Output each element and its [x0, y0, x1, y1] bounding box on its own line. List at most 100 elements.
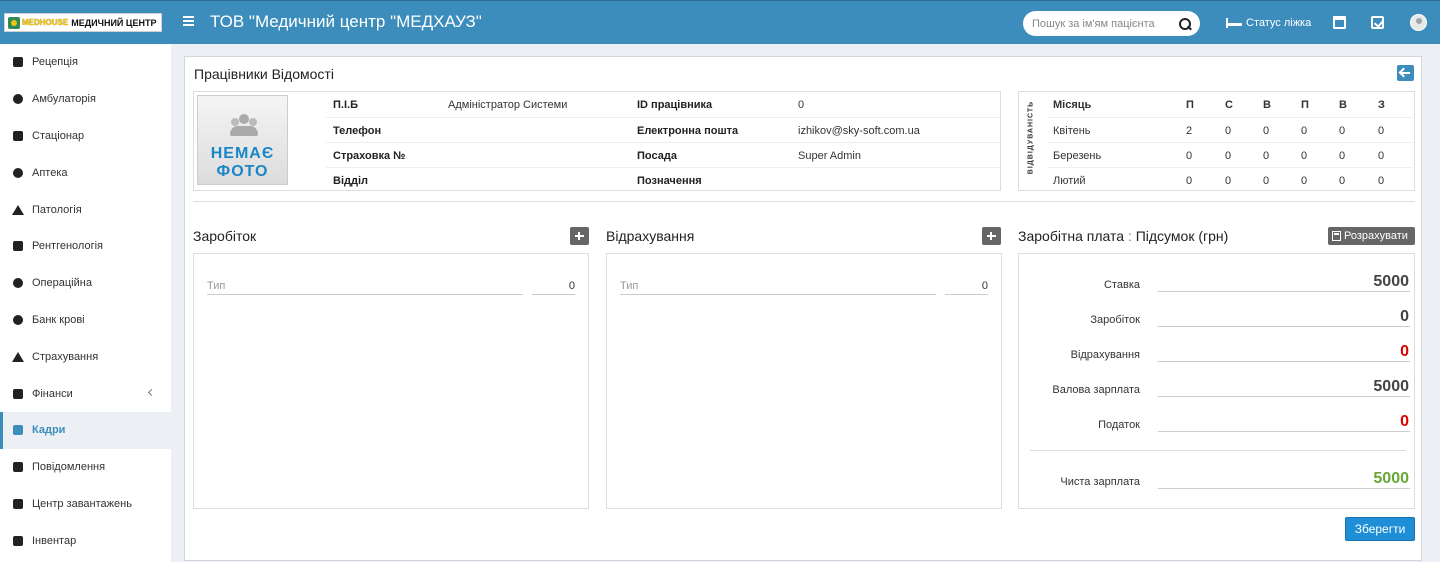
mortar-icon — [12, 167, 24, 179]
attendance-cell: 2 — [1186, 125, 1193, 137]
sidebar-item-inpatient[interactable]: Стаціонар — [0, 118, 171, 155]
info-row-department: Відділ Позначення — [326, 167, 1000, 192]
sidebar-item-label: Рентгенологія — [32, 240, 103, 253]
summary-label: Чиста зарплата — [1060, 476, 1140, 488]
no-photo-line1: НЕМАЄ — [210, 145, 275, 162]
sidebar-item-label: Фінанси — [32, 387, 73, 400]
sidebar-item-label: Страхування — [32, 350, 99, 363]
checklist-icon[interactable] — [1371, 16, 1384, 29]
summary-label: Ставка — [1104, 279, 1140, 291]
summary-value: 0 — [1400, 343, 1409, 360]
name-value: Адміністратор Системи — [448, 99, 568, 111]
logo-emblem-icon — [8, 16, 20, 29]
attendance-col-header: З — [1378, 99, 1385, 111]
summary-row-rate: Ставка 5000 — [1020, 273, 1412, 293]
attendance-cell: 0 — [1263, 175, 1270, 187]
attendance-col-header: П — [1186, 99, 1194, 111]
summary-value: 5000 — [1373, 378, 1409, 395]
sidebar-item-outpatient[interactable]: Амбулаторія — [0, 81, 171, 118]
sidebar-item-hr[interactable]: Кадри — [0, 411, 171, 449]
summary-value: 0 — [1400, 413, 1409, 430]
patient-search-box[interactable] — [1023, 11, 1200, 36]
top-navbar: MEDHOUSE МЕДИЧНИЙ ЦЕНТР ТОВ "Медичний це… — [0, 0, 1440, 44]
flask-icon — [12, 204, 24, 216]
users-icon — [228, 114, 260, 138]
attendance-month: Лютий — [1053, 175, 1086, 187]
attendance-label-text: ВІДВІДУВАНІСТЬ — [1027, 100, 1035, 175]
salary-summary-title: Заробітна плата : Підсумок (грн) — [1018, 228, 1228, 244]
employee-photo-placeholder: НЕМАЄ ФОТО — [197, 95, 288, 185]
earning-amount-field[interactable]: 0 — [532, 280, 575, 295]
sidebar-nav: Рецепція Амбулаторія Стаціонар Аптека Па… — [0, 44, 171, 562]
page-title: Працівники Відомості — [194, 66, 334, 82]
summary-underline — [1158, 396, 1410, 397]
patient-search-input[interactable] — [1032, 17, 1179, 30]
summary-row-deductions: Відрахування 0 — [1020, 343, 1412, 363]
summary-row-gross: Валова зарплата 5000 — [1020, 378, 1412, 398]
earning-type-field[interactable]: Тип — [207, 280, 523, 295]
sidebar-item-insurance[interactable]: Страхування — [0, 338, 171, 375]
sidebar-item-pharmacy[interactable]: Аптека — [0, 154, 171, 191]
reception-icon — [12, 56, 24, 68]
menu-toggle-icon[interactable] — [183, 16, 194, 26]
summary-label: Відрахування — [1070, 349, 1140, 361]
summary-divider — [1030, 450, 1406, 451]
sidebar-item-reception[interactable]: Рецепція — [0, 44, 171, 81]
attendance-cell: 0 — [1225, 125, 1232, 137]
attendance-row: Лютий 0 0 0 0 0 0 — [1047, 167, 1413, 192]
summary-underline — [1158, 291, 1410, 292]
attendance-cell: 0 — [1339, 175, 1346, 187]
logo-brand-text: MEDHOUSE — [22, 18, 69, 27]
sidebar-item-downloads[interactable]: Центр завантажень — [0, 486, 171, 523]
sidebar-item-inventory[interactable]: Інвентар — [0, 522, 171, 559]
search-icon[interactable] — [1179, 17, 1191, 30]
summary-underline — [1158, 326, 1410, 327]
deduction-type-field[interactable]: Тип — [620, 280, 936, 295]
add-deduction-button[interactable] — [982, 227, 1001, 245]
department-label: Відділ — [333, 175, 369, 187]
sidebar-item-blood-bank[interactable]: Банк крові — [0, 302, 171, 339]
back-arrow-icon[interactable] — [1397, 65, 1414, 81]
attendance-col-header: В — [1339, 99, 1347, 111]
sidebar-item-finance[interactable]: Фінанси — [0, 375, 171, 412]
sidebar-item-radiology[interactable]: Рентгенологія — [0, 228, 171, 265]
sidebar-item-operating[interactable]: Операційна — [0, 265, 171, 302]
calculator-icon — [1332, 231, 1341, 241]
sidebar-item-label: Аптека — [32, 166, 68, 179]
info-row-name: П.І.Б Адміністратор Системи ID працівник… — [326, 92, 1000, 117]
app-logo[interactable]: MEDHOUSE МЕДИЧНИЙ ЦЕНТР — [4, 13, 162, 32]
attendance-cell: 0 — [1186, 150, 1193, 162]
attendance-col-header: В — [1263, 99, 1271, 111]
bed-icon — [1226, 18, 1242, 28]
sidebar-item-label: Банк крові — [32, 313, 85, 326]
earnings-title: Заробіток — [193, 228, 257, 244]
designation-label: Позначення — [637, 175, 702, 187]
attendance-row: Березень 0 0 0 0 0 0 — [1047, 142, 1413, 167]
phone-label: Телефон — [333, 125, 382, 137]
summary-label: Валова зарплата — [1052, 384, 1140, 396]
chevron-left-icon[interactable] — [147, 389, 156, 397]
sidebar-item-label: Операційна — [32, 277, 92, 290]
save-button[interactable]: Зберегти — [1345, 517, 1415, 541]
download-icon — [12, 498, 24, 510]
bed-icon — [12, 130, 24, 142]
calculate-button[interactable]: Розрахувати — [1328, 227, 1415, 245]
bullhorn-icon — [12, 461, 24, 473]
summary-value: 5000 — [1373, 273, 1409, 290]
deduction-amount-field[interactable]: 0 — [945, 280, 988, 295]
sidebar-item-notifications[interactable]: Повідомлення — [0, 449, 171, 486]
position-label: Посада — [637, 150, 677, 162]
user-avatar[interactable] — [1410, 14, 1427, 31]
no-photo-text: НЕМАЄ ФОТО — [198, 145, 287, 181]
summary-row-tax: Податок 0 — [1020, 413, 1412, 433]
sidebar-item-pathology[interactable]: Патологія — [0, 191, 171, 228]
attendance-cell: 0 — [1339, 125, 1346, 137]
summary-label: Заробіток — [1090, 314, 1140, 326]
position-value: Super Admin — [798, 150, 861, 162]
bed-status-button[interactable]: Статус ліжка — [1226, 17, 1311, 29]
calendar-icon[interactable] — [1333, 16, 1346, 29]
salary-summary-title-main: Заробітна плата — [1018, 228, 1125, 244]
logo-name-text: МЕДИЧНИЙ ЦЕНТР — [71, 17, 157, 28]
add-earning-button[interactable] — [570, 227, 589, 245]
attendance-cell: 0 — [1301, 175, 1308, 187]
